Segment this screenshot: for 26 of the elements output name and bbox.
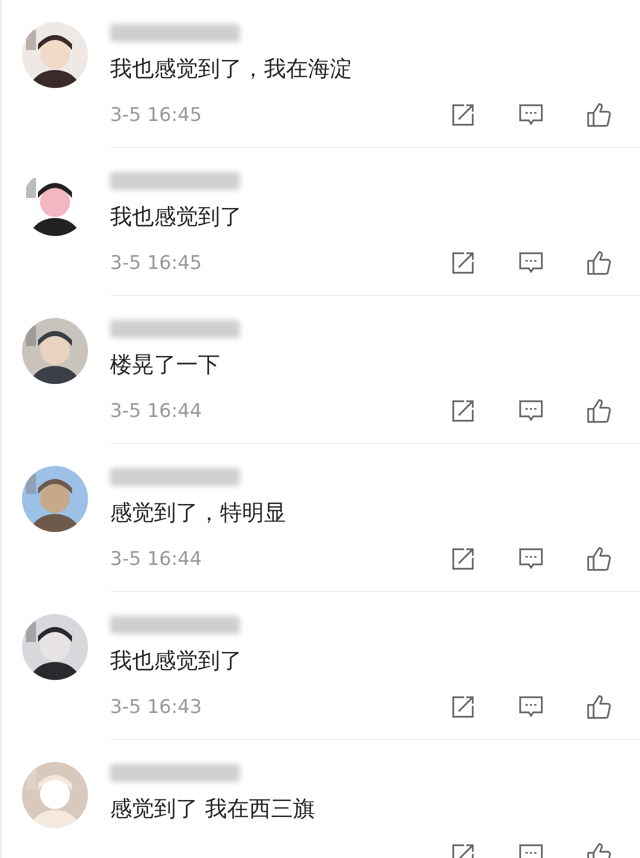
- comment-text: 感觉到了，特明显: [110, 500, 287, 528]
- share-icon[interactable]: [450, 102, 476, 128]
- share-icon[interactable]: [450, 694, 476, 720]
- comment-text: 我也感觉到了: [110, 648, 243, 676]
- like-icon[interactable]: [586, 398, 612, 424]
- like-icon[interactable]: [586, 102, 612, 128]
- comment-time: 3-5 16:45: [110, 252, 203, 274]
- comment-text: 我也感觉到了: [110, 204, 243, 232]
- like-icon[interactable]: [586, 546, 612, 572]
- comment-time: 3-5 16:45: [110, 104, 203, 126]
- comment-icon[interactable]: [518, 694, 544, 720]
- comment-icon[interactable]: [518, 102, 544, 128]
- comment-time: 3-5 16:44: [110, 400, 203, 422]
- comment-text: 我也感觉到了，我在海淀: [110, 56, 353, 84]
- comment-time: 3-5 16:43: [110, 696, 203, 718]
- share-icon[interactable]: [450, 398, 476, 424]
- like-icon[interactable]: [586, 250, 612, 276]
- comment-text: 感觉到了 我在西三旗: [110, 796, 316, 824]
- share-icon[interactable]: [450, 546, 476, 572]
- comment-icon[interactable]: [518, 250, 544, 276]
- comment-text: 楼晃了一下: [110, 352, 221, 380]
- comment-icon[interactable]: [518, 546, 544, 572]
- like-icon[interactable]: [586, 694, 612, 720]
- comment-time: 3-5 16:44: [110, 548, 203, 570]
- comment-icon[interactable]: [518, 398, 544, 424]
- share-icon[interactable]: [450, 250, 476, 276]
